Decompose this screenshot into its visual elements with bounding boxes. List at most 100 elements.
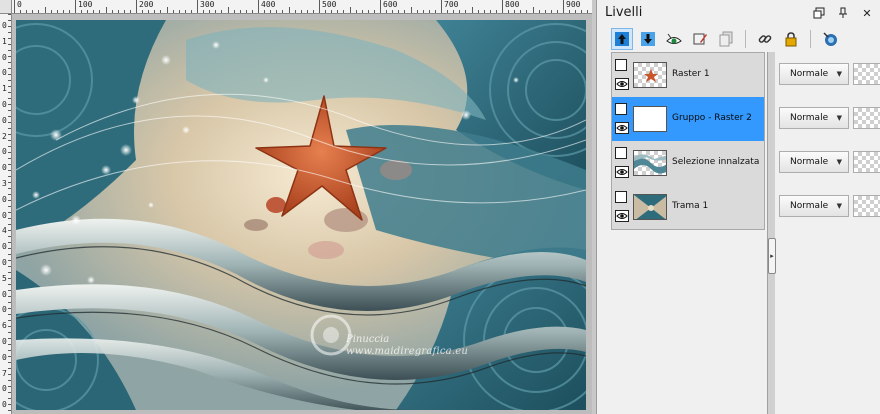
- ruler-tick: [319, 0, 320, 13]
- ruler-minor-tick: [8, 266, 11, 267]
- ruler-minor-tick: [520, 10, 522, 13]
- ruler-minor-tick: [105, 7, 107, 13]
- layer-properties-icon[interactable]: [819, 28, 841, 50]
- eye-icon[interactable]: [615, 166, 629, 178]
- ruler-minor-tick: [422, 10, 424, 13]
- move-layer-down-icon[interactable]: [637, 28, 659, 50]
- chevron-down-icon: ▼: [836, 158, 842, 166]
- image-editor-area: 0 100 200 300 400 500 600 700 800 900 01001002003…: [0, 0, 592, 414]
- opacity-field[interactable]: [853, 107, 880, 129]
- splitter-handle[interactable]: ▸: [768, 238, 776, 274]
- duplicate-layer-icon[interactable]: [715, 28, 737, 50]
- ruler-minor-tick: [8, 386, 11, 387]
- layer-type-icon[interactable]: [615, 59, 627, 71]
- ruler-label: 0: [17, 0, 22, 9]
- ruler-minor-tick: [26, 10, 28, 13]
- image-canvas[interactable]: Pinuccia www.maidiregrafica.eu: [16, 20, 586, 410]
- ruler-minor-tick: [184, 10, 186, 13]
- chevron-down-icon: ▼: [836, 202, 842, 210]
- ruler-tick: [136, 0, 137, 13]
- blend-mode-dropdown[interactable]: Normale ▼: [779, 151, 849, 173]
- ruler-minor-tick: [398, 10, 400, 13]
- ruler-minor-tick: [355, 10, 357, 13]
- layer-blend-row: Normale ▼: [779, 140, 880, 184]
- opacity-field[interactable]: [853, 63, 880, 85]
- close-icon[interactable]: ✕: [860, 6, 874, 20]
- vertical-ruler[interactable]: 0 1 0 0 1 0 0 2 0 0 3 0 0 4 0 0 5 0 0 6 0 0 7 0 0: [0, 14, 12, 414]
- layers-list: Raster 1 Gruppo - Raster 2 Selezione innal…: [611, 52, 765, 230]
- ruler-minor-tick: [392, 10, 394, 13]
- layer-thumbnail[interactable]: [633, 62, 667, 88]
- blend-mode-dropdown[interactable]: Normale ▼: [779, 107, 849, 129]
- panel-splitter[interactable]: ▸: [767, 52, 776, 414]
- horizontal-ruler[interactable]: 0 100 200 300 400 500 600 700 800 900: [12, 0, 592, 14]
- layer-type-icon[interactable]: [615, 191, 627, 203]
- ruler-minor-tick: [569, 10, 571, 13]
- eye-icon[interactable]: [615, 122, 629, 134]
- layer-visibility-tool-icon[interactable]: [663, 28, 685, 50]
- ruler-minor-tick: [129, 10, 131, 13]
- ruler-minor-tick: [483, 10, 485, 13]
- ruler-minor-tick: [361, 10, 363, 13]
- ruler-tick: [197, 0, 198, 13]
- chevron-down-icon: ▼: [836, 114, 842, 122]
- pin-icon[interactable]: [836, 6, 850, 20]
- ruler-minor-tick: [160, 10, 162, 13]
- ruler-label: 0: [2, 21, 7, 30]
- blend-mode-dropdown[interactable]: Normale ▼: [779, 63, 849, 85]
- layer-type-icon[interactable]: [615, 103, 627, 115]
- ruler-tick: [380, 0, 381, 13]
- ruler-minor-tick: [264, 10, 266, 13]
- ruler-minor-tick: [8, 122, 11, 123]
- blend-mode-value: Normale: [790, 157, 829, 167]
- restore-icon[interactable]: [812, 6, 826, 20]
- ruler-label: 100: [78, 0, 93, 9]
- ruler-minor-tick: [8, 410, 11, 411]
- blend-mode-dropdown[interactable]: Normale ▼: [779, 195, 849, 217]
- ruler-label: 0: [2, 147, 7, 157]
- ruler-minor-tick: [8, 332, 11, 333]
- ruler-minor-tick: [123, 10, 125, 13]
- layer-thumbnail[interactable]: [633, 150, 667, 176]
- lock-icon[interactable]: [780, 28, 802, 50]
- layer-row[interactable]: Raster 1: [612, 53, 764, 97]
- opacity-field[interactable]: [853, 195, 880, 217]
- ruler-label: 3: [2, 179, 7, 188]
- layers-panel: Livelli ✕ Raster 1 Gruppo - Raster 2 Sel…: [596, 0, 880, 414]
- ruler-minor-tick: [8, 20, 11, 21]
- ruler-minor-tick: [8, 338, 11, 339]
- layer-row[interactable]: Gruppo - Raster 2: [612, 97, 764, 141]
- ruler-corner: [0, 0, 12, 14]
- layer-thumbnail[interactable]: [633, 194, 667, 220]
- ruler-minor-tick: [8, 230, 11, 231]
- ruler-minor-tick: [8, 32, 11, 33]
- eye-icon[interactable]: [615, 78, 629, 90]
- ruler-minor-tick: [8, 164, 11, 165]
- opacity-field[interactable]: [853, 151, 880, 173]
- ruler-minor-tick: [20, 10, 22, 13]
- ruler-label: 200: [139, 0, 154, 9]
- ruler-minor-tick: [410, 7, 412, 13]
- ruler-minor-tick: [215, 10, 217, 13]
- ruler-minor-tick: [8, 188, 11, 189]
- ruler-minor-tick: [550, 10, 552, 13]
- layer-name: Gruppo - Raster 2: [672, 113, 752, 123]
- ruler-minor-tick: [8, 272, 11, 273]
- layer-row[interactable]: Selezione innalzata: [612, 141, 764, 185]
- layer-type-icon[interactable]: [615, 147, 627, 159]
- ruler-minor-tick: [8, 380, 11, 381]
- eye-icon[interactable]: [615, 210, 629, 222]
- move-layer-up-icon[interactable]: [611, 28, 633, 50]
- ruler-minor-tick: [56, 10, 58, 13]
- ruler-minor-tick: [8, 26, 11, 27]
- ruler-minor-tick: [8, 68, 11, 69]
- layer-thumbnail[interactable]: [633, 106, 667, 132]
- app-window: 0 100 200 300 400 500 600 700 800 900 01001002003…: [0, 0, 880, 414]
- ruler-minor-tick: [190, 10, 192, 13]
- link-icon[interactable]: [754, 28, 776, 50]
- layer-row[interactable]: Trama 1: [612, 185, 764, 229]
- ruler-minor-tick: [233, 10, 235, 13]
- panel-title: Livelli: [605, 5, 643, 20]
- ruler-minor-tick: [50, 10, 52, 13]
- edit-layer-icon[interactable]: [689, 28, 711, 50]
